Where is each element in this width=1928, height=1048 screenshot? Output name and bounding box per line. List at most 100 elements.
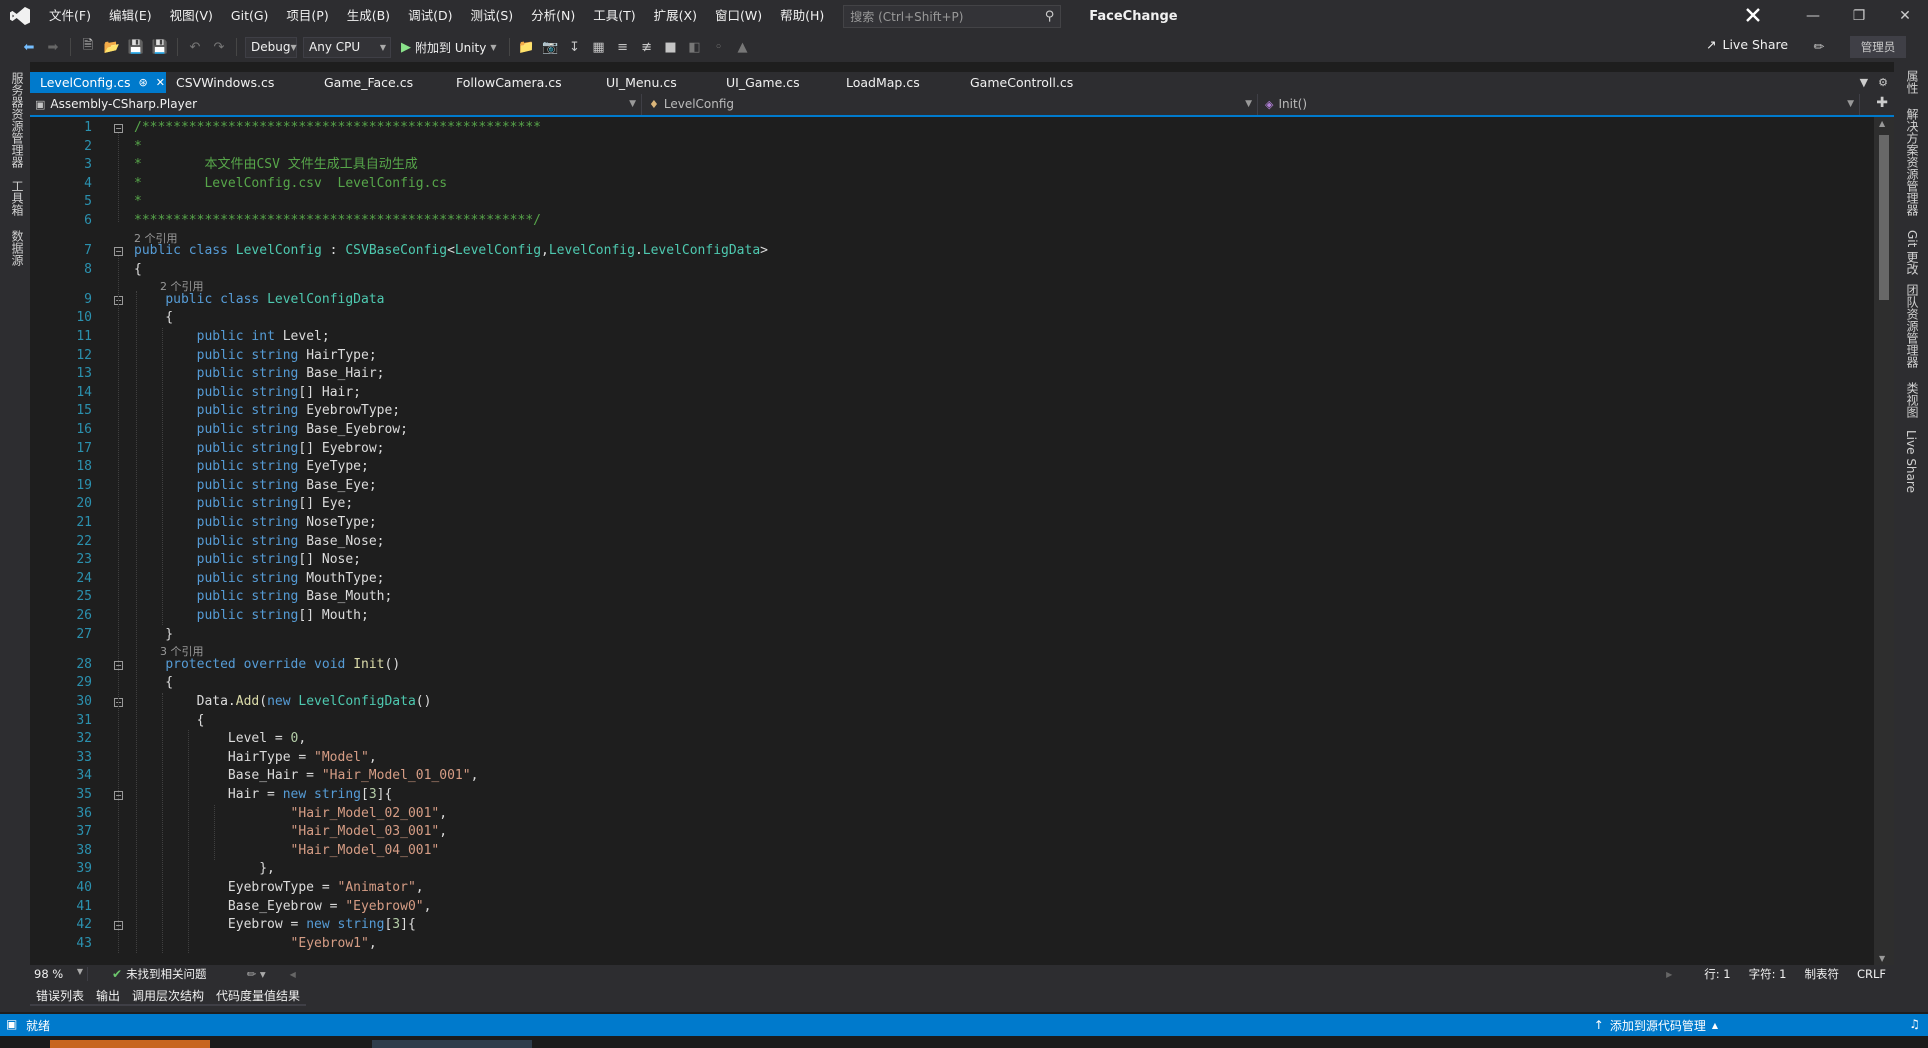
code-line[interactable]: protected override void Init() (134, 656, 400, 675)
save-all-icon[interactable]: 💾 (151, 38, 169, 56)
live-share-button[interactable]: ↗ Live Share (1706, 37, 1788, 52)
menu-item[interactable]: 视图(V) (161, 0, 222, 32)
code-line[interactable]: { (134, 674, 173, 693)
add-to-source-control-button[interactable]: ↑ 添加到源代码管理 ▲ (1594, 1014, 1718, 1036)
feedback-icon[interactable]: ✏ (1810, 38, 1828, 56)
data-sources-tab[interactable]: 数据源 (9, 230, 26, 266)
brush-icon[interactable]: ✏ ▾ (247, 967, 266, 981)
code-line[interactable]: { (134, 712, 205, 731)
step-icon[interactable]: ↧ (566, 38, 584, 56)
code-line[interactable]: public string Base_Hair; (134, 365, 385, 384)
tab-error-list[interactable]: 错误列表 (30, 988, 91, 1006)
code-line[interactable]: Base_Hair = "Hair_Model_01_001", (134, 767, 478, 786)
code-line[interactable]: Eyebrow = new string[3]{ (134, 916, 416, 935)
code-line[interactable]: EyebrowType = "Animator", (134, 879, 424, 898)
close-icon[interactable]: ✕ (1882, 0, 1928, 32)
h-scroll-right-icon[interactable]: ▶ (1666, 970, 1672, 979)
menu-item[interactable]: 编辑(E) (100, 0, 161, 32)
collapse-icon[interactable]: − (114, 247, 123, 257)
code-editor[interactable]: 1 2 3 4 5 6 7 8 9 10 11 12 13 14 15 16 17 18 19 20 21 22 23 24 2… (30, 117, 1894, 965)
code-line[interactable]: Level = 0, (134, 730, 306, 749)
profile-badge[interactable]: X (1742, 4, 1764, 26)
open-file-icon[interactable]: 📂 (103, 38, 121, 56)
code-line[interactable]: { (134, 261, 142, 280)
properties-tab[interactable]: 属性 (1904, 70, 1921, 94)
bookmark-icon[interactable]: ■ (662, 38, 680, 56)
code-line[interactable]: public string[] Hair; (134, 384, 361, 403)
taskbar-app[interactable] (372, 1040, 532, 1048)
tab-output[interactable]: 输出 (90, 988, 127, 1006)
server-explorer-tab[interactable]: 服务器资源管理器 (9, 72, 26, 168)
scroll-down-icon[interactable]: ▼ (1879, 954, 1885, 963)
code-line[interactable]: public string Base_Eye; (134, 477, 377, 496)
next-bookmark-icon[interactable]: ◦ (710, 38, 728, 56)
live-share-tab[interactable]: Live Share (1904, 430, 1918, 493)
camera-icon[interactable]: 📷 (542, 38, 560, 56)
code-line[interactable]: public string[] Eye; (134, 495, 354, 514)
taskbar-app-active[interactable] (50, 1040, 210, 1048)
code-line[interactable]: HairType = "Model", (134, 749, 377, 768)
code-line[interactable]: public class LevelConfigData (134, 291, 384, 310)
tab-loadmap[interactable]: LoadMap.cs (836, 72, 960, 93)
zoom-dropdown[interactable]: 98 % ▼ (30, 967, 88, 981)
tab-gamecontroll[interactable]: GameControll.cs (960, 72, 1100, 93)
code-line[interactable]: public string MouthType; (134, 570, 385, 589)
attach-to-unity-button[interactable]: ▶ 附加到 Unity ▼ (397, 39, 501, 56)
menu-item[interactable]: 生成(B) (338, 0, 399, 32)
class-view-tab[interactable]: 类视图 (1904, 382, 1921, 418)
code-line[interactable]: } (134, 626, 173, 645)
code-line[interactable]: public string HairType; (134, 347, 377, 366)
search-input[interactable]: 搜索 (Ctrl+Shift+P) ⚲ (843, 4, 1062, 28)
code-line[interactable]: ****************************************… (134, 212, 541, 231)
git-changes-tab[interactable]: Git 更改 (1904, 230, 1921, 275)
notification-icon[interactable]: ▣ (6, 1017, 17, 1031)
menu-item[interactable]: 工具(T) (584, 0, 644, 32)
eol-indicator[interactable]: CRLF (1857, 967, 1886, 981)
code-line[interactable]: }, (134, 860, 275, 879)
menu-item[interactable]: 项目(P) (277, 0, 337, 32)
align-icon[interactable]: ≡ (614, 38, 632, 56)
code-line[interactable]: { (134, 309, 173, 328)
code-line[interactable]: "Hair_Model_02_001", (134, 805, 448, 824)
code-line[interactable]: "Hair_Model_04_001" (134, 842, 440, 861)
tab-ui-menu[interactable]: UI_Menu.cs (596, 72, 716, 93)
tab-ui-game[interactable]: UI_Game.cs (716, 72, 836, 93)
code-line[interactable]: public int Level; (134, 328, 330, 347)
code-line[interactable]: public string Base_Eyebrow; (134, 421, 408, 440)
issues-indicator[interactable]: ✔ 未找到相关问题 (112, 966, 207, 982)
type-dropdown[interactable]: ♦ LevelConfig ▼ (644, 93, 1258, 115)
code-line[interactable]: public string EyeType; (134, 458, 369, 477)
code-line[interactable]: public string[] Eyebrow; (134, 440, 385, 459)
code-line[interactable]: Base_Eyebrow = "Eyebrow0", (134, 898, 432, 917)
menu-item[interactable]: 文件(F) (40, 0, 100, 32)
configuration-dropdown[interactable]: Debug ▼ (245, 36, 297, 58)
prev-bookmark-icon[interactable]: ◧ (686, 38, 704, 56)
code-line[interactable]: public string Base_Mouth; (134, 588, 393, 607)
code-line[interactable]: "Eyebrow1", (134, 935, 377, 954)
char-indicator[interactable]: 字符: 1 (1749, 966, 1787, 982)
menu-item[interactable]: 窗口(W) (706, 0, 771, 32)
project-dropdown[interactable]: ▣ Assembly-CSharp.Player ▼ (30, 93, 642, 115)
platform-dropdown[interactable]: Any CPU ▼ (303, 36, 391, 58)
folder-icon[interactable]: 📁 (518, 38, 536, 56)
tab-followcamera[interactable]: FollowCamera.cs (446, 72, 596, 93)
visual-studio-logo-icon[interactable] (0, 0, 40, 32)
code-line[interactable]: Hair = new string[3]{ (134, 786, 392, 805)
gear-icon[interactable]: ⚙ (1878, 76, 1888, 89)
save-icon[interactable]: 💾 (127, 38, 145, 56)
close-tab-icon[interactable]: ✕ (156, 76, 165, 89)
menu-item[interactable]: 调试(D) (399, 0, 461, 32)
toolbox-tab[interactable]: 工具箱 (9, 180, 26, 216)
line-indicator[interactable]: 行: 1 (1704, 966, 1730, 982)
tab-list-chevron-icon[interactable]: ▼ (1860, 76, 1868, 89)
navigate-forward-icon[interactable]: ➡ (44, 38, 62, 56)
code-line[interactable]: * LevelConfig.csv LevelConfig.cs (134, 175, 447, 194)
code-line[interactable]: public class LevelConfig : CSVBaseConfig… (134, 242, 768, 261)
navigate-back-icon[interactable]: ⬅ (20, 38, 38, 56)
collapse-icon[interactable]: − (114, 124, 123, 133)
breakpoint-window-icon[interactable]: ▦ (590, 38, 608, 56)
bell-icon[interactable]: ♫ (1909, 1017, 1920, 1031)
redo-icon[interactable]: ↷ (210, 38, 228, 56)
tab-levelconfig[interactable]: LevelConfig.cs ⊛ ✕ (30, 72, 166, 93)
code-line[interactable]: Data.Add(new LevelConfigData() (134, 693, 432, 712)
